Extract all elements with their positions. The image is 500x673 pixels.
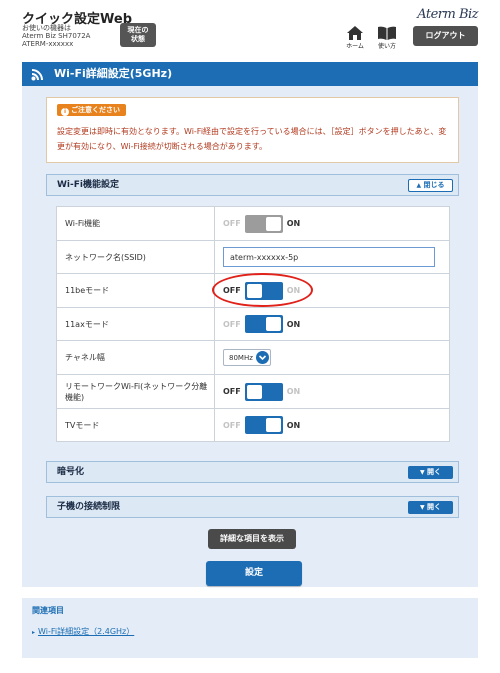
related-link-wifi-24ghz[interactable]: ▸ Wi-Fi詳細設定（2.4GHz） [32,626,134,637]
book-icon [378,26,396,40]
device-id: ATERM-xxxxxx [22,40,74,48]
table-row: 11axモード OFF ON [56,307,450,341]
wifi-settings-table: Wi-Fi機能 OFF ON ネットワーク名(SSID) 11beモード OFF… [56,206,450,442]
chevron-down-icon [256,351,269,364]
toggle-knob [265,216,281,231]
section-title-encryption: 暗号化 [57,467,85,477]
home-nav-label: ホーム [346,43,364,50]
mode-11ax-toggle[interactable]: OFF ON [223,315,300,333]
apply-button[interactable]: 設定 [206,561,302,586]
section-client-restriction: 子機の接続制限 ▼ 開く [46,496,459,518]
channel-width-select[interactable]: 80MHz [223,349,271,366]
setting-label-ssid: ネットワーク名(SSID) [56,240,215,274]
notice-badge-label: ご注意ください [71,106,120,114]
chevron-right-icon: ▸ [32,629,36,636]
show-advanced-button[interactable]: 詳細な項目を表示 [208,529,296,549]
setting-label-tv-mode: TVモード [56,408,215,442]
notice-badge: i ご注意ください [57,104,126,116]
table-row: リモートワークWi-Fi(ネットワーク分離機能) OFF ON [56,374,450,409]
related-title: 関連項目 [32,606,64,615]
toggle-on-label: ON [286,219,301,228]
setting-label-wifi-function: Wi-Fi機能 [56,206,215,241]
table-row: チャネル幅 80MHz [56,340,450,375]
toggle-knob [265,418,281,432]
guide-nav-label: 使い方 [377,43,396,50]
table-row: ネットワーク名(SSID) [56,240,450,274]
toggle-off-label: OFF [223,319,241,329]
ssid-input[interactable] [223,247,435,267]
header: クイック設定Web お使いの機器は Aterm Biz SH7072A ATER… [0,0,500,58]
related-link-label: Wi-Fi詳細設定（2.4GHz） [38,627,135,636]
wifi-icon [31,69,43,81]
setting-label-11ax: 11axモード [56,307,215,341]
section-title-wifi-function: Wi-Fi機能設定 [57,180,119,190]
toggle-off-label: OFF [223,387,241,396]
remote-work-wifi-toggle[interactable]: OFF ON [223,382,301,401]
notice-text: 設定変更は即時に有効となります。Wi-Fi経由で設定を行っている場合には、［設定… [57,127,447,151]
brand-logo: Aterm Biz [417,7,478,22]
logout-button[interactable]: ログアウト [413,26,478,46]
page-title: Wi-Fi詳細設定(5GHz) [54,67,173,80]
chevron-up-icon: ▲ [416,182,422,189]
device-model: Aterm Biz SH7072A [22,32,91,40]
collapse-wifi-function-button[interactable]: ▲ 閉じる [408,179,453,192]
tv-mode-toggle[interactable]: OFF ON [223,416,300,434]
notice-box: i ご注意ください 設定変更は即時に有効となります。Wi-Fi経由で設定を行ってい… [46,97,459,163]
toggle-knob [246,384,262,399]
current-status-button[interactable]: 現在の 状態 [120,23,156,47]
toggle-on-label: ON [286,387,301,396]
toggle-track [244,214,283,233]
related-panel: 関連項目 ▸ Wi-Fi詳細設定（2.4GHz） [22,598,478,658]
chevron-down-icon: ▼ [419,469,425,476]
toggle-on-label: ON [286,420,301,430]
setting-label-channel-width: チャネル幅 [56,340,215,375]
setting-label-11be: 11beモード [56,273,215,308]
channel-width-value: 80MHz [229,353,253,362]
chevron-down-icon: ▼ [419,504,425,511]
toggle-knob [265,317,281,331]
expand-encryption-button[interactable]: ▼ 開く [408,466,453,479]
section-title-client-restriction: 子機の接続制限 [57,502,121,512]
home-nav[interactable]: ホーム [342,26,368,50]
wifi-function-toggle[interactable]: OFF ON [223,214,301,233]
guide-nav[interactable]: 使い方 [374,26,400,50]
toggle-off-label: OFF [223,420,241,430]
collapse-label: 閉じる [423,181,445,189]
section-encryption: 暗号化 ▼ 開く [46,461,459,483]
expand-label: 開く [427,503,442,511]
toggle-on-label: ON [286,319,301,329]
info-icon: i [61,108,69,116]
toggle-track [244,416,283,434]
toggle-track [244,382,283,401]
expand-client-restriction-button[interactable]: ▼ 開く [408,501,453,514]
expand-label: 開く [427,468,442,476]
setting-label-remote-work-wifi: リモートワークWi-Fi(ネットワーク分離機能) [56,374,215,409]
page-title-bar: Wi-Fi詳細設定(5GHz) [22,62,478,86]
toggle-off-label: OFF [223,219,241,228]
table-row: TVモード OFF ON [56,408,450,442]
highlight-ring [212,273,313,307]
home-icon [347,26,363,40]
section-wifi-function: Wi-Fi機能設定 ▲ 閉じる [46,174,459,196]
toggle-track [244,315,283,333]
table-row: Wi-Fi機能 OFF ON [56,206,450,241]
